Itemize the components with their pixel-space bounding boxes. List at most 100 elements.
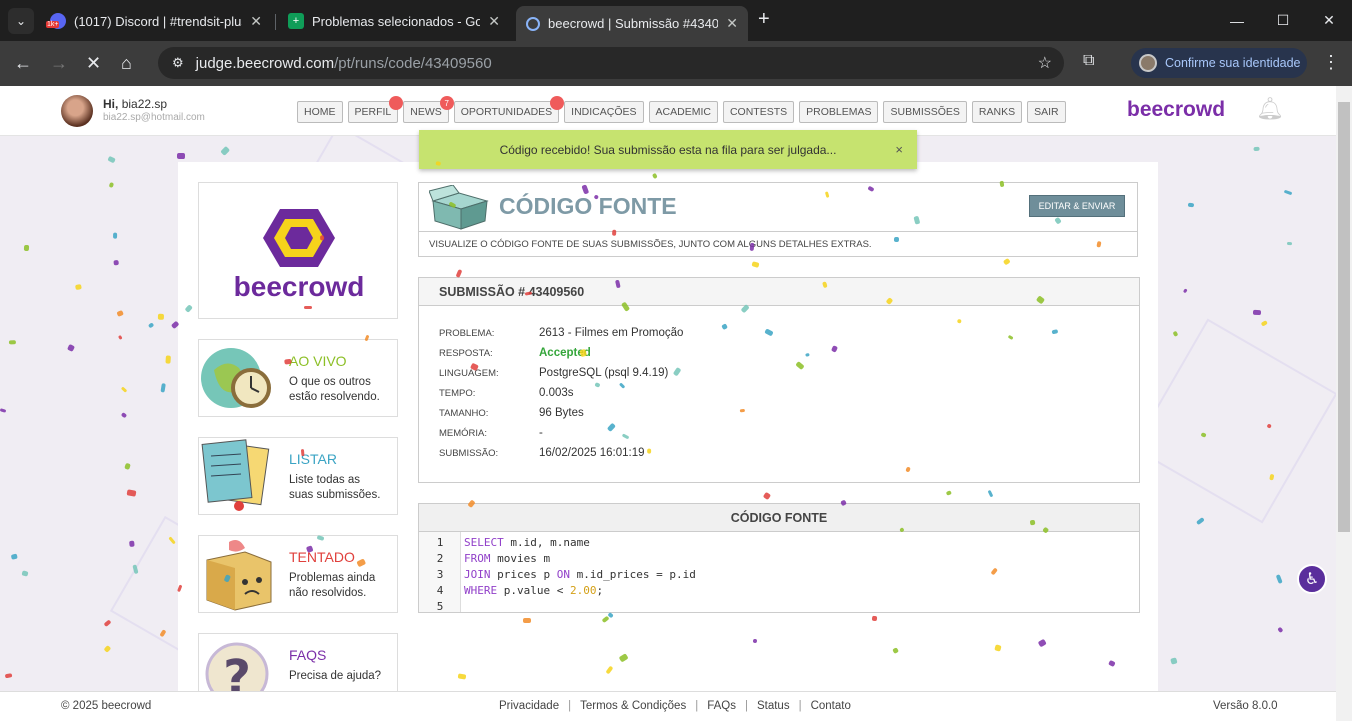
footer-link-contato[interactable]: Contato [811,700,851,712]
page-scrollbar[interactable] [1336,86,1352,721]
sad-box-icon [206,540,272,611]
globe-clock-icon [201,348,271,408]
footer-link-termos[interactable]: Termos & Condições [580,700,686,712]
nav-ranks[interactable]: RANKS [971,101,1023,123]
page-subtitle: VISUALIZE O CÓDIGO FONTE DE SUAS SUBMISS… [419,231,1137,257]
minimize-icon[interactable]: — [1214,0,1260,41]
url-path: /pt/runs/code/43409560 [334,54,492,72]
sidebar-item-title: AO VIVO [289,353,347,369]
bookmark-star-icon[interactable]: ☆ [1038,53,1052,73]
confetti-piece [115,309,124,317]
beecrowd-logo-box[interactable]: beecrowd [198,182,398,319]
nav-submissoes[interactable]: SUBMISSÕES [883,101,967,123]
confetti-piece [739,408,745,413]
nav-news[interactable]: NEWS 7 [403,96,454,123]
confetti-piece [9,340,17,345]
sheets-icon: + [288,13,304,29]
greeting: Hi, [103,97,119,111]
page-title: CÓDIGO FONTE [499,193,677,219]
scrollbar-thumb[interactable] [1338,102,1350,532]
confetti-piece [1188,202,1195,207]
forward-icon[interactable]: → [50,53,68,74]
document-list-icon [201,439,270,511]
confetti-piece [749,242,755,252]
accessibility-icon[interactable]: ♿︎ [1297,564,1327,594]
confetti-piece [121,412,128,419]
confetti-piece [1260,320,1268,328]
back-icon[interactable]: ← [14,53,32,74]
code-line: JOIN prices p ON m.id_prices = p.id [464,568,696,581]
nav-oportunidades[interactable]: OPORTUNIDADES [453,96,565,123]
maximize-icon[interactable]: ☐ [1260,0,1306,41]
bell-icon[interactable]: 🔔︎ [1256,96,1284,122]
brand-logo[interactable]: beecrowd [1127,98,1225,122]
site-footer: © 2025 beecrowd Privacidade | Termos & Co… [0,691,1336,721]
confetti-piece [10,553,18,561]
confetti-piece [4,673,13,679]
sidebar-item-title: FAQS [289,647,327,663]
sidebar-item-ao-vivo[interactable]: AO VIVO O que os outros estão resolvendo. [198,339,398,417]
url-host: judge.beecrowd.com [195,54,335,72]
detail-row: SUBMISSÃO: 16/02/2025 16:01:19 [439,447,645,459]
address-bar[interactable]: ⚙ judge.beecrowd.com/pt/runs/code/434095… [158,47,1064,79]
tab-discord[interactable]: 1k+ (1017) Discord | #trendsit-plus | ✕ [40,6,272,36]
browser-menu-icon[interactable]: ⋮ [1322,52,1340,73]
profile-avatar [1139,54,1157,72]
nav-indicacoes[interactable]: INDICAÇÕES [564,101,644,123]
site-info-icon[interactable]: ⚙ [172,55,184,71]
new-tab-icon[interactable]: + [758,8,770,31]
stop-loading-icon[interactable]: ✕ [86,53,101,74]
sidebar-item-faqs[interactable]: ? FAQS Precisa de ajuda? [198,633,398,691]
site-header: Hi, bia22.sp bia22.sp@hotmail.com HOME P… [0,86,1336,136]
user-avatar[interactable] [61,95,93,127]
close-tab-icon[interactable]: ✕ [250,13,262,30]
home-icon[interactable]: ⌂ [121,53,132,74]
detail-row: MEMÓRIA: - [439,427,543,439]
version: Versão 8.0.0 [1213,700,1278,712]
confetti-piece [126,489,136,497]
close-tab-icon[interactable]: ✕ [488,13,500,30]
nav-sair[interactable]: SAIR [1027,101,1066,123]
copyright: © 2025 beecrowd [61,700,152,712]
sidebar-item-desc: Precisa de ajuda? [289,670,382,682]
confetti-piece [1277,627,1284,634]
tab-beecrowd[interactable]: beecrowd | Submissão #434095 ✕ [516,6,748,41]
sidebar-item-desc: estão resolvendo. [289,391,380,403]
confetti-piece [113,259,119,266]
problem-link[interactable]: 2613 - Filmes em Promoção [539,327,683,339]
tab-badge: 1k+ [46,21,60,28]
confetti-piece [0,408,7,413]
confetti-piece [1276,574,1283,584]
detail-row: TEMPO: 0.003s [439,387,574,399]
tab-google-sheets[interactable]: + Problemas selecionados - Goog ✕ [278,6,510,36]
close-window-icon[interactable]: ✕ [1306,0,1352,41]
confetti-piece [611,229,617,236]
confetti-piece [21,569,29,577]
confetti-piece [457,673,467,680]
edit-and-submit-button[interactable]: EDITAR & ENVIAR [1029,195,1125,217]
loading-icon [526,16,540,31]
confetti-piece [1286,241,1292,246]
identity-button[interactable]: Confirme sua identidade [1131,48,1307,78]
confetti-piece [1172,330,1179,338]
code-editor[interactable]: 1 SELECT m.id, m.name 2 FROM movies m 3 JOIN … [419,532,1139,613]
nav-perfil[interactable]: PERFIL [347,96,404,123]
submission-details-panel: SUBMISSÃO # 43409560 PROBLEMA: 2613 - Fil… [418,277,1140,483]
nav-problemas[interactable]: PROBLEMAS [799,101,879,123]
footer-link-faqs[interactable]: FAQs [707,700,736,712]
toast-close-icon[interactable]: × [895,142,903,157]
nav-contests[interactable]: CONTESTS [722,101,795,123]
detail-row: TAMANHO: 96 Bytes [439,407,584,419]
confetti-piece [1182,287,1188,294]
close-tab-icon[interactable]: ✕ [726,15,738,32]
confetti-piece [124,463,131,470]
confetti-piece [74,284,82,290]
tab-search-icon[interactable]: ⌄ [8,8,34,34]
footer-link-status[interactable]: Status [757,700,790,712]
nav-home[interactable]: HOME [297,101,343,123]
sidebar-item-listar[interactable]: LISTAR Liste todas as suas submissões. [198,437,398,515]
extensions-icon[interactable]: ⧉ [1083,52,1103,72]
footer-link-privacidade[interactable]: Privacidade [499,700,559,712]
confetti-piece [158,313,165,320]
nav-academic[interactable]: ACADEMIC [648,101,718,123]
